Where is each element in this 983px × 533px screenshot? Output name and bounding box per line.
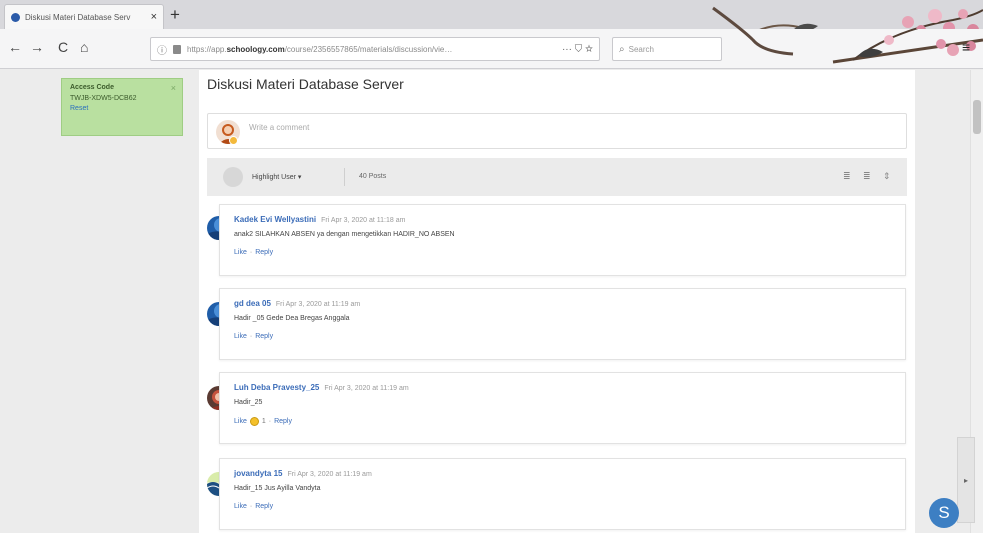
forward-button[interactable]: → [30,39,44,55]
post-actions: Like · Reply [234,333,274,340]
side-panel-toggle[interactable]: ▸ [957,437,975,523]
page-title: Diskusi Materi Database Server [207,76,404,92]
home-button[interactable]: ⌂ [80,39,88,55]
post-actions: Like · Reply [234,249,274,256]
lock-icon [173,44,181,54]
post-author[interactable]: gd dea 05 Fri Apr 3, 2020 at 11:19 am [234,299,360,308]
toolbar-divider [344,168,345,186]
post-body: Hadir _05 Gede Dea Bregas Anggala [234,315,350,322]
close-tab-icon[interactable]: × [151,11,157,23]
thread-view-icon[interactable]: ≣ [863,171,871,182]
search-icon: ⌕ [619,43,625,55]
emoji-reaction-icon[interactable] [249,417,259,426]
browser-tab[interactable]: Diskusi Materi Database Serv × [4,4,164,29]
theme-artwork-icon [653,0,983,29]
like-link[interactable]: Like [234,503,247,510]
back-button[interactable]: ← [8,39,22,55]
comment-placeholder: Write a comment [249,123,310,132]
close-icon[interactable]: × [171,83,176,93]
chat-button[interactable]: S [929,498,959,528]
reply-link[interactable]: Reply [274,418,292,425]
post-item: Kadek Evi Wellyastini Fri Apr 3, 2020 at … [219,204,906,276]
post-time: Fri Apr 3, 2020 at 11:19 am [324,385,409,392]
reply-link[interactable]: Reply [255,249,273,256]
reply-link[interactable]: Reply [255,333,273,340]
access-code-value: TWJB-XDW5-DCB62 [70,95,137,102]
search-placeholder: Search [628,44,654,54]
like-link[interactable]: Like [234,418,247,425]
discussion-toolbar: Highlight User ▾ 40 Posts ≣ ≣ ⇕ [207,158,907,196]
post-author[interactable]: jovandyta 15 Fri Apr 3, 2020 at 11:19 am [234,469,372,478]
reply-link[interactable]: Reply [255,503,273,510]
post-item: Luh Deba Pravesty_25 Fri Apr 3, 2020 at 1… [219,372,906,444]
new-tab-button[interactable]: + [170,5,180,25]
post-time: Fri Apr 3, 2020 at 11:18 am [321,217,406,224]
url-text: https://app.schoology.com/course/2356557… [187,44,453,54]
like-link[interactable]: Like [234,249,247,256]
comment-input[interactable] [207,113,907,149]
browser-menu-button[interactable]: ≡ [962,39,970,55]
highlight-user-dropdown[interactable]: Highlight User ▾ [252,173,301,181]
post-time: Fri Apr 3, 2020 at 11:19 am [275,301,361,308]
post-author[interactable]: Luh Deba Pravesty_25 Fri Apr 3, 2020 at 1… [234,383,409,392]
tab-title: Diskusi Materi Database Serv [25,12,131,22]
posts-count: 40 Posts [359,173,387,180]
page-actions-icon[interactable]: ··· ⛉ ☆ [562,44,593,55]
browser-tab-bar: Diskusi Materi Database Serv × + [0,0,983,29]
like-link[interactable]: Like [234,333,247,340]
page-content: Access Code TWJB-XDW5-DCB62 Reset × Disk… [0,70,983,533]
url-bar[interactable]: ⓘ https://app.schoology.com/course/23565… [150,37,600,61]
post-actions: Like · Reply [234,503,274,510]
search-input[interactable]: ⌕ Search [612,37,722,61]
discussion-panel: Diskusi Materi Database Server Write a c… [199,70,915,533]
post-item: gd dea 05 Fri Apr 3, 2020 at 11:19 am Had… [219,288,906,360]
post-author[interactable]: Kadek Evi Wellyastini Fri Apr 3, 2020 at … [234,215,405,224]
post-body: Hadir_15 Jus Ayilla Vandyta [234,485,321,492]
post-actions: Like 1 · Reply [234,417,292,426]
scroll-thumb[interactable] [973,100,981,134]
post-body: anak2 SILAHKAN ABSEN ya dengan mengetikk… [234,231,455,238]
access-code-title: Access Code [70,84,114,91]
reaction-count: 1 [261,418,266,425]
browser-nav-bar: ← → C ⌂ ⓘ https://app.schoology.com/cour… [0,29,983,69]
post-item: jovandyta 15 Fri Apr 3, 2020 at 11:19 am … [219,458,906,530]
sort-icon[interactable]: ⇕ [883,171,891,182]
reload-button[interactable]: C [58,39,68,55]
list-view-icon[interactable]: ≣ [843,171,851,182]
reset-link[interactable]: Reset [70,105,174,112]
post-body: Hadir_25 [234,399,263,406]
favicon-icon [11,12,20,22]
access-code-panel: Access Code TWJB-XDW5-DCB62 Reset × [61,78,183,136]
info-icon: ⓘ [157,45,167,57]
user-avatar [223,167,243,187]
post-time: Fri Apr 3, 2020 at 11:19 am [287,471,372,478]
